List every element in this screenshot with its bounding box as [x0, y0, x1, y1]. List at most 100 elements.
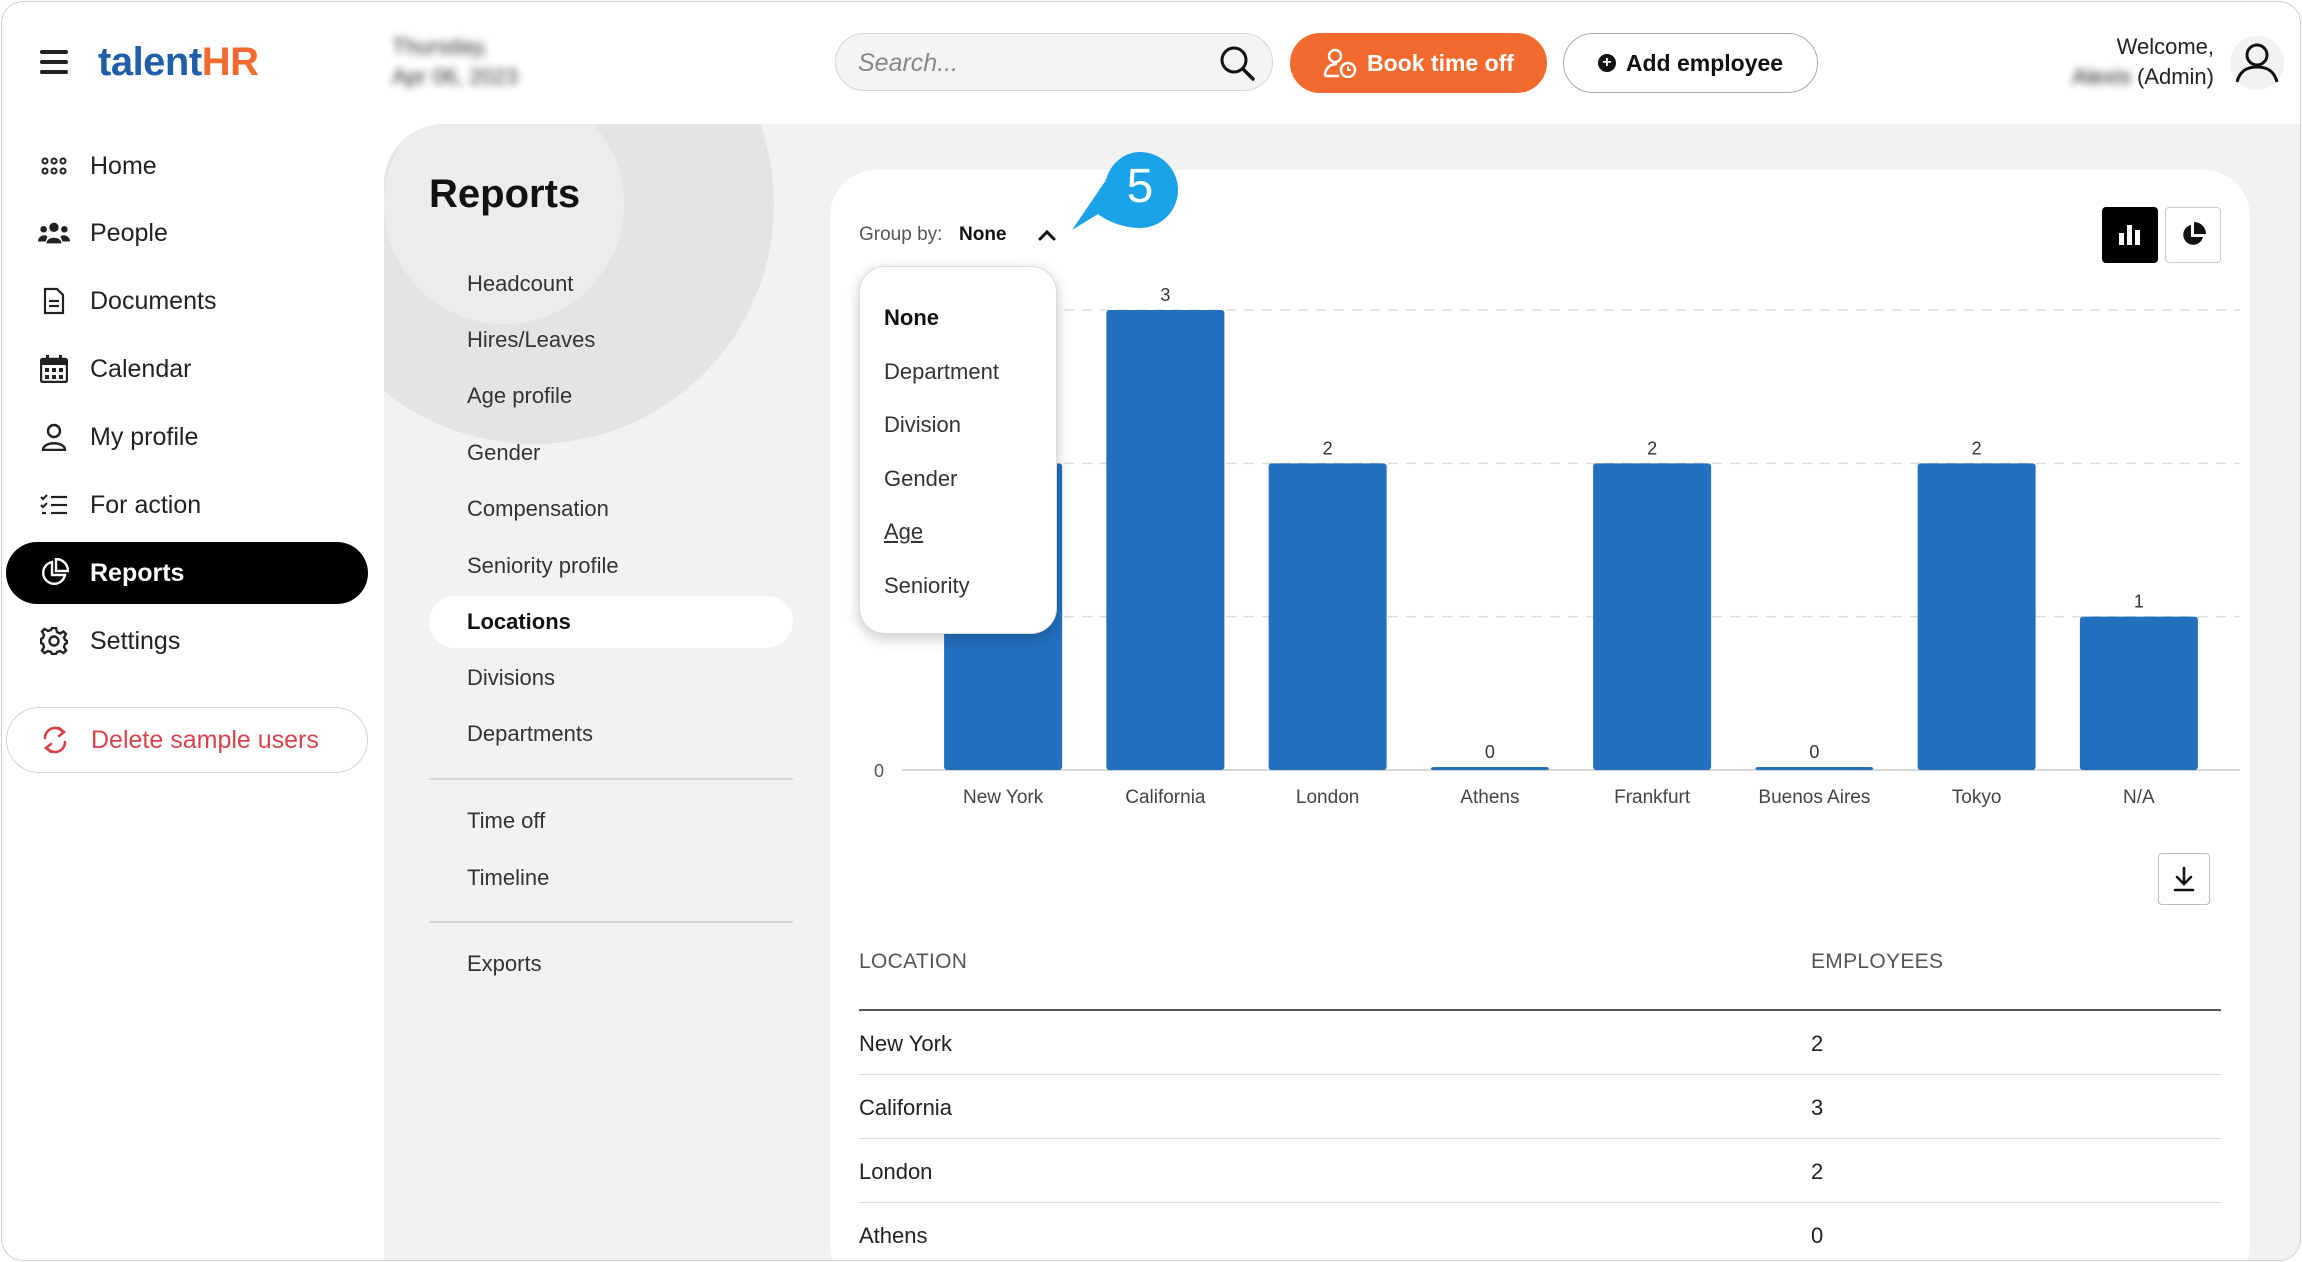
date-day: Apr 06, 2023 [392, 64, 518, 89]
page-title: Reports [429, 172, 581, 216]
search-icon[interactable] [1218, 44, 1256, 82]
chart-bar[interactable] [1106, 310, 1225, 770]
report-link-gender[interactable]: Gender [429, 427, 793, 479]
sidebar-item-my-profile[interactable]: My profile [6, 406, 368, 468]
sidebar-item-documents[interactable]: Documents [6, 270, 368, 332]
search-box[interactable] [835, 33, 1273, 91]
sidebar-item-label: For action [90, 490, 202, 519]
user-role: (Admin) [2136, 64, 2214, 89]
x-tick-label: Buenos Aires [1758, 787, 1870, 808]
report-link-hires-leaves[interactable]: Hires/Leaves [429, 314, 793, 366]
group-by-select[interactable]: None [959, 224, 1007, 246]
report-link-timeline[interactable]: Timeline [429, 852, 793, 904]
cell-employees: 2 [1811, 1031, 1824, 1056]
chart-bar[interactable] [2079, 616, 2198, 770]
cell-employees: 3 [1811, 1095, 1824, 1120]
group-by-dropdown: None Department Division Gender Age Seniority [859, 266, 1057, 634]
x-tick-label: Frankfurt [1614, 787, 1691, 808]
dropdown-option-seniority[interactable]: Seniority [884, 573, 970, 599]
sidebar-item-label: Home [90, 151, 157, 180]
search-input[interactable] [856, 44, 1200, 82]
dropdown-option-none[interactable]: None [884, 305, 939, 331]
table-row[interactable]: Athens 0 [859, 1203, 2221, 1260]
chevron-up-icon[interactable] [1036, 226, 1058, 244]
avatar-icon[interactable] [2228, 34, 2286, 92]
dropdown-option-department[interactable]: Department [884, 359, 999, 385]
y-tick-label: 0 [874, 761, 884, 781]
bar-value-label: 1 [2134, 592, 2144, 612]
group-by-label: Group by: [859, 224, 943, 245]
user-name: Alexis [2072, 64, 2131, 89]
table-header-employees[interactable]: EMPLOYEES [1811, 950, 1943, 974]
table-row[interactable]: California 3 [859, 1075, 2221, 1139]
sidebar-item-people[interactable]: People [6, 202, 368, 264]
sidebar-item-for-action[interactable]: For action [6, 474, 368, 536]
sidebar-item-label: Reports [90, 558, 185, 587]
welcome-text: Welcome, Alexis (Admin) [2072, 32, 2214, 92]
delete-sample-users-button[interactable]: Delete sample users [6, 707, 368, 773]
chart-bar[interactable] [1755, 767, 1874, 770]
logo-text-talent: talent [98, 40, 202, 84]
chart-bar[interactable] [1268, 463, 1387, 770]
cell-location: London [859, 1159, 933, 1184]
chart-bar[interactable] [1430, 767, 1549, 770]
cell-location: California [859, 1095, 952, 1120]
pie-chart-icon [38, 557, 70, 589]
table-header-location[interactable]: LOCATION [859, 950, 967, 974]
table-row[interactable]: London 2 [859, 1139, 2221, 1203]
bar-value-label: 0 [1485, 742, 1495, 762]
step-badge-number: 5 [1126, 160, 1154, 213]
x-tick-label: Athens [1460, 787, 1519, 808]
logo[interactable]: talentHR [98, 40, 259, 85]
report-link-time-off[interactable]: Time off [429, 795, 793, 847]
checklist-icon [38, 489, 70, 521]
document-icon [38, 285, 70, 317]
divider [429, 921, 793, 923]
report-link-headcount[interactable]: Headcount [429, 258, 793, 310]
report-link-exports[interactable]: Exports [429, 938, 793, 990]
bar-chart-icon [2119, 225, 2140, 245]
dropdown-option-age[interactable]: Age [884, 519, 923, 545]
download-button[interactable] [2158, 853, 2210, 905]
sidebar-item-label: Documents [90, 286, 217, 315]
report-link-locations[interactable]: Locations [429, 596, 793, 648]
bar-value-label: 2 [1323, 438, 1333, 458]
bar-value-label: 2 [1647, 438, 1657, 458]
add-employee-button[interactable]: + Add employee [1563, 33, 1818, 93]
x-tick-label: N/A [2123, 787, 2155, 808]
calendar-icon [38, 353, 70, 385]
dropdown-option-division[interactable]: Division [884, 412, 961, 438]
cell-location: Athens [859, 1223, 928, 1248]
chart-bar[interactable] [1917, 463, 2036, 770]
current-date: Thursday, Apr 06, 2023 [392, 32, 518, 92]
report-link-departments[interactable]: Departments [429, 708, 793, 760]
date-weekday: Thursday, [392, 34, 489, 59]
grid-icon [38, 150, 70, 182]
report-link-divisions[interactable]: Divisions [429, 652, 793, 704]
bar-value-label: 2 [1972, 438, 1982, 458]
bar-value-label: 3 [1160, 285, 1170, 305]
sidebar-item-label: Settings [90, 626, 181, 655]
logo-text-hr: HR [201, 40, 259, 84]
sidebar-item-settings[interactable]: Settings [6, 610, 368, 672]
x-tick-label: New York [963, 787, 1044, 808]
person-clock-icon [1323, 48, 1357, 78]
welcome-greeting: Welcome, [2116, 34, 2214, 59]
sidebar-item-home[interactable]: Home [6, 135, 368, 197]
people-icon [38, 217, 70, 249]
report-link-seniority-profile[interactable]: Seniority profile [429, 540, 793, 592]
sidebar-item-reports[interactable]: Reports [6, 542, 368, 604]
refresh-icon [43, 726, 67, 754]
book-time-off-button[interactable]: Book time off [1290, 33, 1547, 93]
report-link-age-profile[interactable]: Age profile [429, 370, 793, 422]
table-row[interactable]: New York 2 [859, 1011, 2221, 1075]
report-link-compensation[interactable]: Compensation [429, 483, 793, 535]
dropdown-option-gender[interactable]: Gender [884, 466, 957, 492]
app-window: talentHR Thursday, Apr 06, 2023 Book tim… [1, 1, 2301, 1261]
add-employee-label: Add employee [1625, 49, 1784, 76]
chart-bar[interactable] [1593, 463, 1712, 770]
user-icon [38, 421, 70, 453]
menu-icon[interactable] [40, 50, 68, 74]
sidebar-item-calendar[interactable]: Calendar [6, 338, 368, 400]
download-icon [2173, 866, 2195, 892]
